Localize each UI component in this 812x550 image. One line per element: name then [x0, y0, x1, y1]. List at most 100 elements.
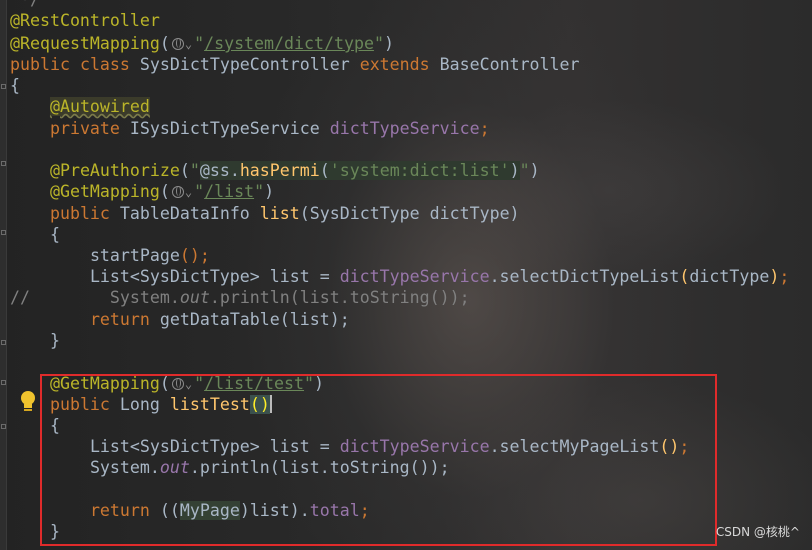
code-line-6[interactable]: private ISysDictTypeService dictTypeServ…: [10, 118, 490, 139]
code-line-15[interactable]: return getDataTable(list);: [10, 309, 350, 330]
base-class-name: BaseController: [439, 55, 580, 74]
paren: ): [509, 161, 520, 180]
keyword: extends: [359, 55, 430, 74]
paren: (: [159, 34, 170, 53]
code-line-13[interactable]: List<SysDictType> list = dictTypeService…: [10, 266, 789, 287]
code-line-25[interactable]: }: [10, 521, 60, 542]
annotation: @Autowired: [49, 97, 150, 116]
paren: ): [314, 374, 325, 393]
brace: {: [49, 416, 60, 435]
keyword: public: [49, 395, 110, 414]
spel-bean-ref: @ss.: [199, 161, 240, 180]
method-name: listTest: [169, 395, 250, 414]
paren: ): [669, 437, 680, 456]
brace: }: [49, 522, 60, 541]
annotation: @GetMapping: [49, 182, 160, 201]
declaration: List<SysDictType> list =: [89, 437, 340, 456]
semicolon: ;: [679, 437, 690, 456]
method-name: list: [259, 204, 300, 223]
chevron-down-icon[interactable]: ⌄: [185, 185, 192, 199]
declaration: List<SysDictType> list =: [89, 267, 340, 286]
globe-icon[interactable]: [171, 38, 184, 50]
method-call: .println(list.toString());: [189, 458, 450, 477]
code-line-24[interactable]: return ((MyPage)list).total;: [10, 500, 370, 521]
brace: {: [49, 225, 60, 244]
semicolon: ;: [479, 119, 490, 138]
paren: (: [679, 267, 690, 286]
field-name: total: [309, 501, 360, 520]
chevron-down-icon[interactable]: ⌄: [185, 377, 192, 391]
string-quote: ": [194, 374, 205, 393]
commented-code: System.: [109, 288, 180, 307]
code-line-18[interactable]: @GetMapping(⌄ "/list/test"): [10, 373, 324, 394]
code-line-1[interactable]: @RestController: [10, 10, 160, 31]
code-line-21[interactable]: List<SysDictType> list = dictTypeService…: [10, 436, 689, 457]
code-line-4[interactable]: {: [10, 75, 20, 96]
paren: ): [383, 34, 394, 53]
comment-text: */: [10, 0, 40, 9]
string-literal: 'system:dict:list': [329, 161, 510, 180]
code-line-0[interactable]: */: [10, 0, 40, 10]
code-line-12[interactable]: startPage();: [10, 245, 210, 266]
commented-code: out: [179, 288, 210, 307]
string-quote: ": [194, 182, 205, 201]
fold-marker-icon[interactable]: [1, 161, 6, 166]
semicolon: ;: [779, 267, 790, 286]
paren: ((: [149, 501, 180, 520]
globe-icon[interactable]: [171, 186, 184, 198]
call-suffix: ();: [179, 246, 210, 265]
field-name: dictTypeService: [339, 437, 490, 456]
code-line-14[interactable]: // System.out.println(list.toString());: [10, 287, 470, 308]
code-line-20[interactable]: {: [10, 415, 60, 436]
code-line-19[interactable]: public Long listTest(): [10, 394, 272, 415]
parameters: (SysDictType dictType): [299, 204, 520, 223]
cast-type: MyPage: [179, 501, 240, 520]
keyword: class: [79, 55, 130, 74]
matched-parens: (): [249, 395, 270, 414]
fold-marker-icon[interactable]: [1, 230, 6, 235]
fold-marker-icon[interactable]: [1, 84, 6, 89]
method-call: .selectMyPageList: [489, 437, 660, 456]
code-editor[interactable]: */ @RestController @RequestMapping(⌄"/sy…: [10, 0, 812, 550]
string-quote: ": [304, 374, 315, 393]
paren: (: [319, 161, 330, 180]
class-ref: System.: [89, 458, 160, 477]
field-name: dictTypeService: [339, 267, 490, 286]
expression: )list).: [239, 501, 310, 520]
lightbulb-icon[interactable]: [19, 391, 37, 415]
annotation: @PreAuthorize: [49, 161, 180, 180]
paren: (: [159, 374, 170, 393]
fold-marker-icon[interactable]: [1, 424, 6, 429]
annotation: @GetMapping: [49, 374, 160, 393]
type-name: TableDataInfo: [119, 204, 250, 223]
type-name: ISysDictTypeService: [129, 119, 320, 138]
spel-method: hasPermi: [239, 161, 320, 180]
watermark: CSDN @核桃^: [715, 525, 800, 539]
globe-icon[interactable]: [171, 378, 184, 390]
code-line-10[interactable]: public TableDataInfo list(SysDictType di…: [10, 203, 520, 224]
brace: {: [10, 76, 20, 95]
keyword: public: [10, 55, 70, 74]
annotation: @RequestMapping: [10, 34, 160, 53]
chevron-down-icon[interactable]: ⌄: [185, 37, 192, 51]
paren: ): [264, 182, 275, 201]
url-path-link[interactable]: /list: [204, 182, 254, 201]
code-line-8[interactable]: @PreAuthorize("@ss.hasPermi('system:dict…: [10, 160, 540, 181]
code-line-16[interactable]: }: [10, 330, 60, 351]
editor-gutter: [0, 0, 7, 550]
code-line-3[interactable]: public class SysDictTypeController exten…: [10, 54, 580, 75]
string-quote: ": [373, 34, 384, 53]
fold-marker-icon[interactable]: [1, 380, 6, 385]
fold-marker-icon[interactable]: [1, 340, 6, 345]
url-path-link[interactable]: /system/dict/type: [204, 34, 374, 53]
url-path-link[interactable]: /list/test: [204, 374, 304, 393]
code-line-11[interactable]: {: [10, 224, 60, 245]
keyword: private: [49, 119, 120, 138]
code-line-9[interactable]: @GetMapping(⌄ "/list"): [10, 181, 274, 202]
paren: ): [769, 267, 780, 286]
string-quote: ": [189, 161, 200, 180]
argument: dictType: [689, 267, 770, 286]
code-line-5[interactable]: @Autowired: [10, 96, 150, 117]
code-line-22[interactable]: System.out.println(list.toString());: [10, 457, 450, 478]
code-line-2[interactable]: @RequestMapping(⌄ "/system/dict/type"): [10, 33, 394, 54]
